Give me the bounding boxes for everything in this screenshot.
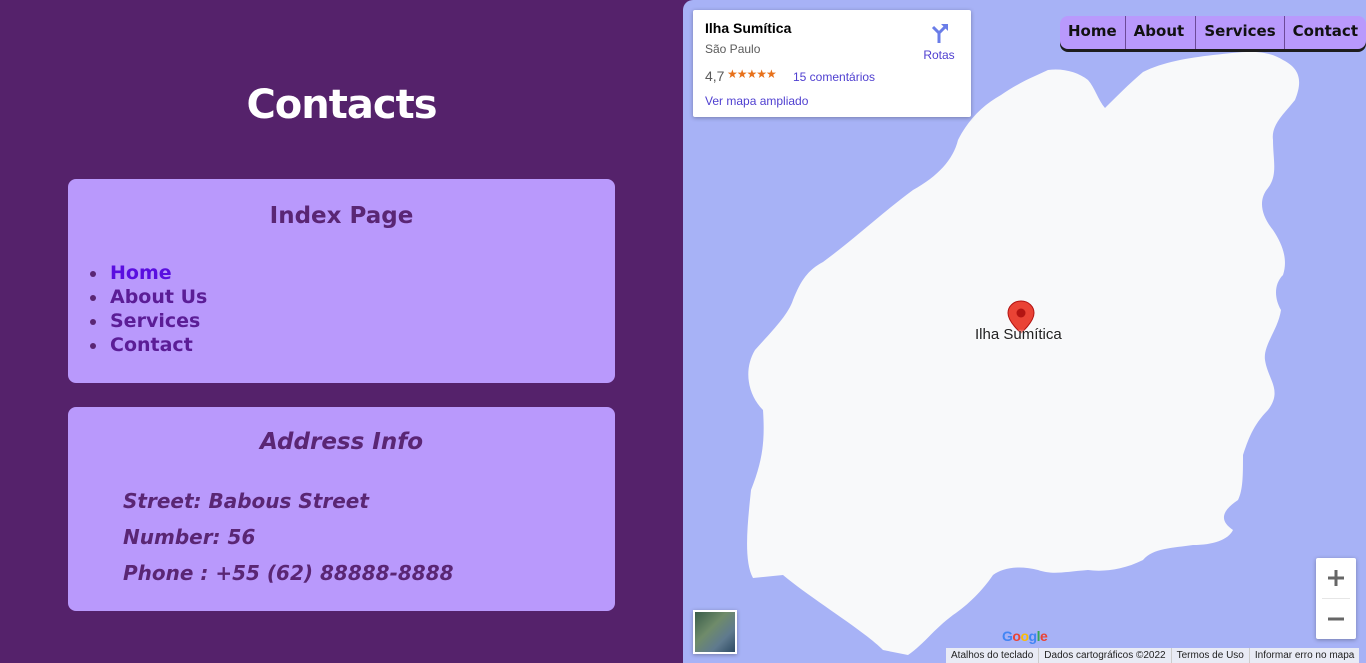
pin-label: Ilha Sumítica — [975, 326, 1062, 343]
zoom-out-icon — [1328, 617, 1344, 621]
place-region: São Paulo — [705, 42, 761, 56]
index-link-services[interactable]: Services — [110, 310, 200, 332]
reviews-link[interactable]: 15 comentários — [793, 70, 875, 84]
page-title: Contacts — [246, 82, 437, 128]
street-text: Street: Babous Street — [123, 489, 369, 513]
zoom-in-icon — [1328, 570, 1344, 586]
list-item: About Us — [89, 285, 207, 309]
satellite-layer-icon[interactable] — [693, 610, 737, 654]
index-link-contact[interactable]: Contact — [110, 334, 193, 356]
map-data-text: Dados cartográficos ©2022 — [1038, 648, 1170, 663]
list-item: Home — [89, 261, 207, 285]
index-link-about[interactable]: About Us — [110, 286, 207, 308]
directions-label: Rotas — [923, 48, 955, 62]
view-larger-map-link[interactable]: Ver mapa ampliado — [705, 94, 808, 108]
list-item: Services — [89, 309, 207, 333]
zoom-control — [1316, 558, 1356, 639]
nav-contact[interactable]: Contact — [1283, 16, 1366, 49]
top-nav: Home About Us Services Contact — [1060, 16, 1366, 49]
google-logo: Google — [1002, 628, 1048, 644]
contacts-panel: Contacts Index Page Home About Us Servic… — [0, 0, 683, 663]
nav-services[interactable]: Services — [1195, 16, 1283, 49]
directions-icon — [931, 24, 948, 43]
zoom-out-button[interactable] — [1316, 599, 1356, 639]
address-card: Address Info Street: Babous Street Numbe… — [68, 407, 615, 611]
nav-about-us[interactable]: About Us — [1124, 16, 1196, 49]
index-card: Index Page Home About Us Services Contac… — [68, 179, 615, 383]
phone-text: Phone : +55 (62) 88888-8888 — [123, 561, 454, 585]
rating-stars-icon: ★★★★★ — [727, 67, 777, 81]
place-name: Ilha Sumítica — [705, 20, 792, 36]
index-link-list: Home About Us Services Contact — [89, 261, 207, 357]
keyboard-shortcuts-link[interactable]: Atalhos do teclado — [946, 648, 1038, 663]
list-item: Contact — [89, 333, 207, 357]
zoom-in-button[interactable] — [1316, 558, 1356, 598]
map-attribution: Atalhos do teclado Dados cartográficos ©… — [946, 648, 1360, 663]
terms-link[interactable]: Termos de Uso — [1170, 648, 1249, 663]
place-rating: 4,7 — [705, 68, 725, 84]
index-link-home[interactable]: Home — [110, 262, 172, 284]
directions-button[interactable]: Rotas — [919, 22, 959, 62]
address-card-title: Address Info — [259, 429, 424, 455]
index-card-title: Index Page — [269, 203, 414, 229]
nav-home[interactable]: Home — [1060, 16, 1125, 49]
report-error-link[interactable]: Informar erro no mapa — [1248, 648, 1360, 663]
place-info-card: Ilha Sumítica São Paulo 4,7 ★★★★★ 15 com… — [693, 10, 971, 117]
number-text: Number: 56 — [123, 525, 256, 549]
